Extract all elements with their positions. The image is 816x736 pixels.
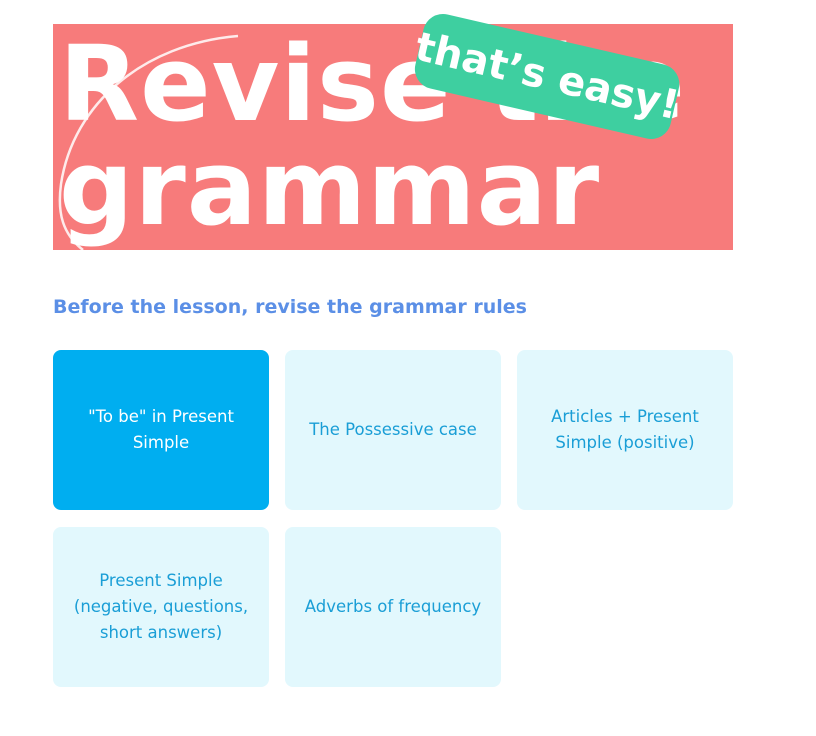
grammar-card-present-simple-negative[interactable]: Present Simple (negative, questions, sho… bbox=[53, 527, 269, 687]
grammar-card-label: Present Simple (negative, questions, sho… bbox=[73, 571, 249, 642]
grammar-card-articles-present-simple[interactable]: Articles + Present Simple (positive) bbox=[517, 350, 733, 510]
grammar-card-label: Adverbs of frequency bbox=[304, 597, 482, 616]
grammar-card-adverbs-frequency[interactable]: Adverbs of frequency bbox=[285, 527, 501, 687]
banner-heading-line2: grammar bbox=[59, 127, 601, 249]
grammar-card-label: "To be" in Present Simple bbox=[88, 407, 234, 452]
grammar-card-to-be[interactable]: "To be" in Present Simple bbox=[53, 350, 269, 510]
grammar-card-possessive-case[interactable]: The Possessive case bbox=[285, 350, 501, 510]
grammar-card-label: Articles + Present Simple (positive) bbox=[551, 407, 699, 452]
grammar-card-label: The Possessive case bbox=[309, 420, 477, 439]
section-subtitle: Before the lesson, revise the grammar ru… bbox=[53, 296, 527, 318]
